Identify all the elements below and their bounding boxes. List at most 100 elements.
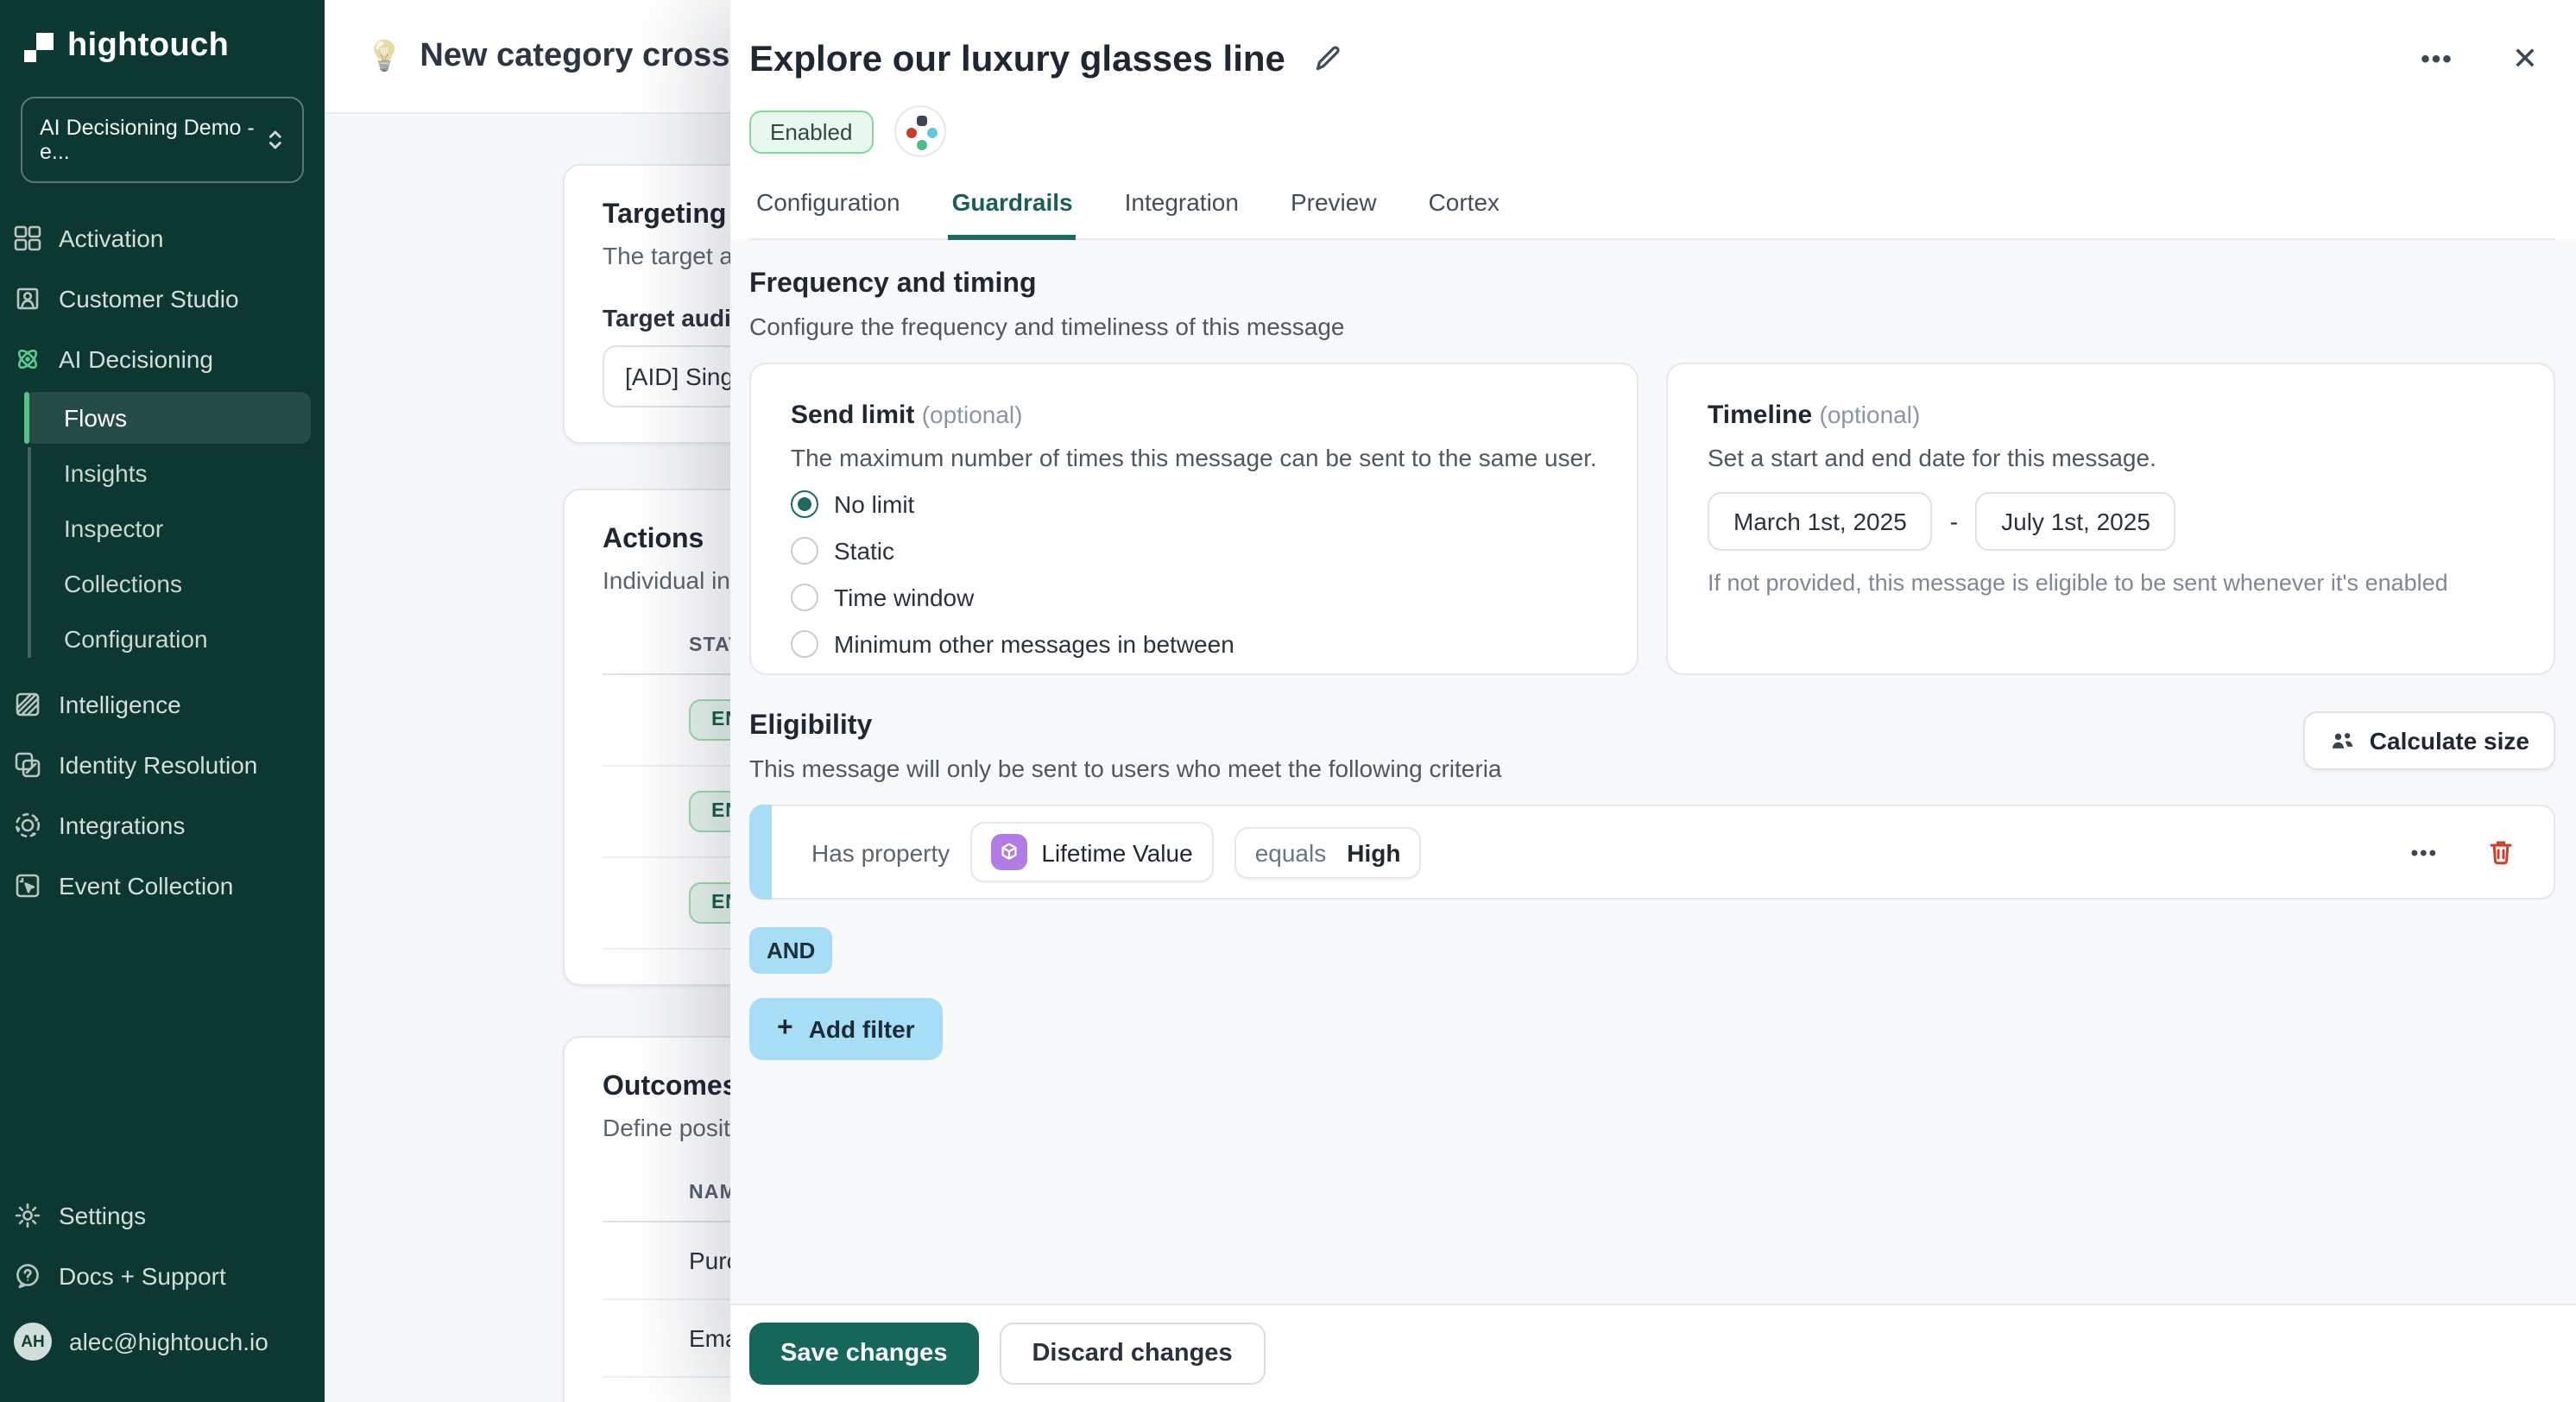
ai-decisioning-subnav: Flows Insights Inspector Collections Con… [0, 392, 325, 665]
trash-icon [2486, 837, 2516, 867]
status-badge: Enabled [749, 110, 873, 153]
sidebar-item-ai-decisioning[interactable]: AI Decisioning [0, 330, 325, 388]
sub-item-label: Flows [64, 404, 127, 432]
sidebar-item-configuration[interactable]: Configuration [24, 613, 311, 665]
radio-minimum-other-messages[interactable]: Minimum other messages in between [791, 630, 1597, 658]
add-filter-label: Add filter [809, 1015, 915, 1043]
more-horizontal-icon: ••• [2421, 45, 2453, 74]
operator-value: High [1347, 838, 1400, 866]
save-changes-button[interactable]: Save changes [749, 1323, 978, 1385]
sidebar-item-label: Event Collection [59, 872, 233, 900]
radio-icon[interactable] [791, 537, 818, 565]
chevron-up-down-icon [266, 128, 285, 152]
radio-label: Minimum other messages in between [834, 630, 1234, 658]
sidebar-item-intelligence[interactable]: Intelligence [0, 675, 325, 734]
property-chip[interactable]: Lifetime Value [970, 822, 1213, 882]
sub-item-label: Inspector [64, 515, 163, 542]
tab-guardrails[interactable]: Guardrails [949, 181, 1076, 240]
timeline-optional: (optional) [1820, 401, 1921, 428]
add-filter-button[interactable]: + Add filter [749, 998, 943, 1060]
workspace-name: AI Decisioning Demo - e... [40, 116, 266, 164]
frequency-heading: Frequency and timing [749, 269, 2555, 300]
close-drawer-button[interactable]: ✕ [2505, 35, 2545, 85]
sidebar: hightouch AI Decisioning Demo - e... Act… [0, 0, 325, 1402]
sidebar-item-identity-resolution[interactable]: Identity Resolution [0, 736, 325, 794]
sidebar-item-label: AI Decisioning [59, 345, 213, 373]
gear-icon [14, 1202, 41, 1229]
workspace-selector[interactable]: AI Decisioning Demo - e... [21, 97, 304, 183]
sidebar-item-activation[interactable]: Activation [0, 209, 325, 268]
radio-label: No limit [834, 490, 914, 518]
more-menu-button[interactable]: ••• [2414, 38, 2460, 81]
frequency-description: Configure the frequency and timeliness o… [749, 313, 2555, 340]
timeline-panel: Timeline (optional) Set a start and end … [1666, 363, 2555, 675]
tab-integration[interactable]: Integration [1121, 181, 1242, 240]
close-icon: ✕ [2512, 41, 2538, 78]
message-drawer: Explore our luxury glasses line ••• ✕ En… [730, 0, 2576, 1402]
send-limit-label: Send limit [791, 401, 914, 430]
help-bubble-icon [14, 1262, 41, 1290]
tab-configuration[interactable]: Configuration [753, 181, 904, 240]
sidebar-item-label: Settings [59, 1202, 146, 1229]
sidebar-item-flows[interactable]: Flows [24, 392, 311, 444]
calculate-size-button[interactable]: Calculate size [2304, 711, 2555, 770]
tab-preview[interactable]: Preview [1287, 181, 1380, 240]
sidebar-item-collections[interactable]: Collections [24, 558, 311, 609]
sidebar-item-insights[interactable]: Insights [24, 447, 311, 499]
user-account-item[interactable]: AH alec@hightouch.io [0, 1307, 325, 1376]
sidebar-item-settings[interactable]: Settings [0, 1186, 325, 1245]
timeline-label: Timeline [1708, 401, 1812, 430]
ai-decisioning-icon [14, 345, 41, 373]
sidebar-footer: Settings Docs + Support AH alec@hightouc… [0, 1174, 325, 1402]
calculate-size-label: Calculate size [2370, 727, 2529, 755]
tab-cortex[interactable]: Cortex [1425, 181, 1503, 240]
discard-changes-button[interactable]: Discard changes [999, 1323, 1265, 1385]
radio-selected-icon[interactable] [791, 490, 818, 518]
sidebar-item-label: Identity Resolution [59, 751, 257, 779]
sidebar-item-customer-studio[interactable]: Customer Studio [0, 269, 325, 328]
send-limit-optional: (optional) [922, 401, 1023, 428]
sidebar-item-integrations[interactable]: Integrations [0, 796, 325, 855]
radio-label: Static [834, 537, 894, 565]
identity-resolution-icon [14, 751, 41, 779]
filter-group-stripe [749, 805, 772, 900]
radio-time-window[interactable]: Time window [791, 584, 1597, 611]
radio-static[interactable]: Static [791, 537, 1597, 565]
app-root: 💡 New category cross sell Targeting The … [0, 0, 2576, 1402]
sub-item-label: Configuration [64, 625, 208, 653]
sidebar-item-event-collection[interactable]: Event Collection [0, 856, 325, 915]
filter-more-button[interactable]: ••• [2404, 833, 2445, 871]
drawer-body: Frequency and timing Configure the frequ… [730, 240, 2576, 1304]
activation-icon [14, 224, 41, 252]
radio-icon[interactable] [791, 584, 818, 611]
property-cube-icon [991, 834, 1027, 870]
start-date-button[interactable]: March 1st, 2025 [1708, 492, 1933, 551]
drawer-header: Explore our luxury glasses line ••• ✕ En… [730, 0, 2576, 240]
people-icon [2330, 728, 2356, 754]
sidebar-item-label: Integrations [59, 812, 185, 839]
end-date-button[interactable]: July 1st, 2025 [1975, 492, 2176, 551]
property-name: Lifetime Value [1041, 838, 1192, 866]
radio-icon[interactable] [791, 630, 818, 658]
edit-title-button[interactable] [1306, 38, 1349, 81]
send-limit-description: The maximum number of times this message… [791, 444, 1597, 471]
pencil-icon [1313, 45, 1342, 74]
operator-label: equals [1255, 838, 1327, 866]
drawer-title: Explore our luxury glasses line [749, 39, 1285, 80]
delete-filter-button[interactable] [2479, 830, 2522, 874]
hightouch-logo-icon [24, 32, 54, 61]
radio-no-limit[interactable]: No limit [791, 490, 1597, 518]
date-separator: - [1950, 508, 1958, 535]
sidebar-item-docs-support[interactable]: Docs + Support [0, 1247, 325, 1305]
integration-dots-icon[interactable] [893, 105, 945, 157]
sidebar-item-label: Customer Studio [59, 285, 239, 313]
avatar: AH [14, 1323, 52, 1361]
hightouch-logo[interactable]: hightouch [0, 0, 325, 83]
lightbulb-icon: 💡 [366, 39, 402, 73]
operator-chip[interactable]: equals High [1234, 826, 1422, 878]
eligibility-description: This message will only be sent to users … [749, 755, 1502, 782]
timeline-description: Set a start and end date for this messag… [1708, 444, 2514, 471]
drawer-tabs: Configuration Guardrails Integration Pre… [749, 181, 2555, 240]
sidebar-item-label: Intelligence [59, 691, 181, 718]
sidebar-item-inspector[interactable]: Inspector [24, 502, 311, 554]
